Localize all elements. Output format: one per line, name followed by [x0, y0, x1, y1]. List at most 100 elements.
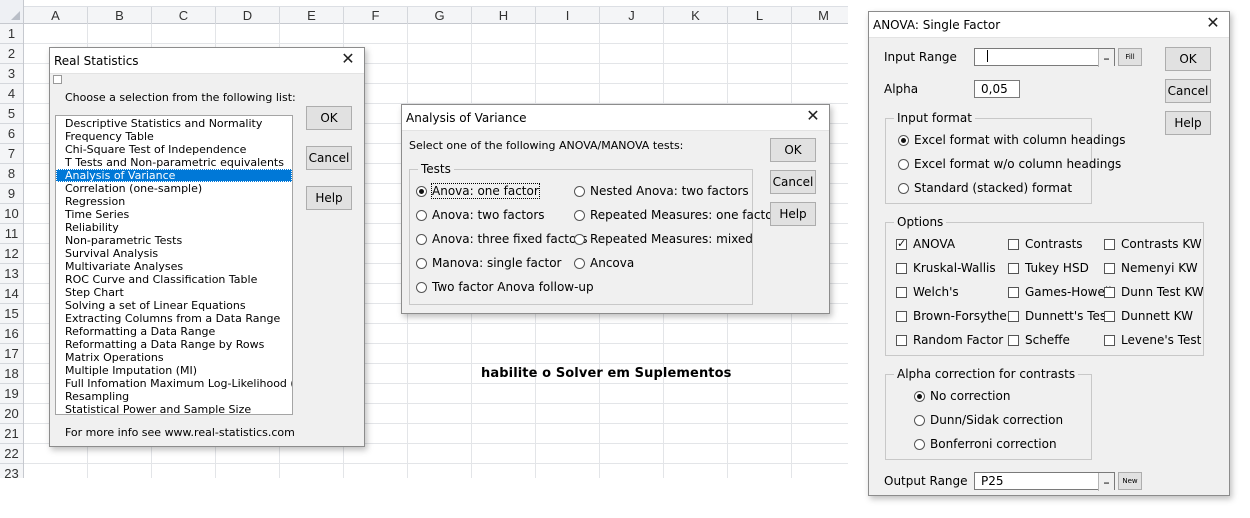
list-item[interactable]: Reformatting a Data Range	[56, 325, 292, 338]
radio-icon[interactable]	[416, 233, 427, 245]
list-item[interactable]: Solving a set of Linear Equations	[56, 299, 292, 312]
option-checkbox[interactable]: Welch's	[896, 285, 959, 299]
column-header[interactable]: L	[728, 7, 792, 24]
option-checkbox[interactable]: Tukey HSD	[1008, 261, 1089, 275]
alpha-correction-option[interactable]: Dunn/Sidak correction	[914, 413, 1063, 427]
option-checkbox[interactable]: Games-Howell	[1008, 285, 1112, 299]
checkbox-icon[interactable]	[1008, 262, 1019, 274]
row-header[interactable]: 7	[0, 144, 23, 164]
column-header[interactable]: F	[344, 7, 408, 24]
radio-icon[interactable]	[914, 438, 925, 450]
fill-button[interactable]: Fill	[1118, 48, 1142, 66]
output-range-field[interactable]: P25 _	[974, 472, 1115, 491]
checkbox-icon[interactable]	[1008, 238, 1019, 250]
ok-button[interactable]: OK	[770, 138, 816, 162]
option-checkbox[interactable]: Dunnett KW	[1104, 309, 1193, 323]
alpha-correction-option[interactable]: Bonferroni correction	[914, 437, 1057, 451]
close-icon[interactable]: ✕	[805, 109, 821, 125]
row-header[interactable]: 1	[0, 24, 23, 44]
option-checkbox[interactable]: Dunn Test KW	[1104, 285, 1204, 299]
list-item[interactable]: Non-parametric Tests	[56, 234, 292, 247]
column-header[interactable]: B	[88, 7, 152, 24]
list-item[interactable]: Resampling	[56, 390, 292, 403]
row-header[interactable]: 15	[0, 304, 23, 324]
column-header[interactable]: E	[280, 7, 344, 24]
option-checkbox[interactable]: ANOVA	[896, 237, 955, 251]
radio-icon[interactable]	[416, 281, 427, 293]
checkbox-icon[interactable]	[1104, 334, 1115, 346]
title-bar[interactable]: Real Statistics ✕	[50, 48, 364, 74]
list-item[interactable]: Survival Analysis	[56, 247, 292, 260]
test-option[interactable]: Anova: three fixed factors	[416, 232, 588, 246]
column-header[interactable]: J	[600, 7, 664, 24]
radio-icon[interactable]	[416, 257, 427, 269]
radio-icon[interactable]	[898, 182, 909, 194]
row-header[interactable]: 21	[0, 424, 23, 444]
column-header[interactable]: C	[152, 7, 216, 24]
input-format-option[interactable]: Excel format w/o column headings	[898, 157, 1121, 171]
column-header[interactable]: A	[24, 7, 88, 24]
radio-icon[interactable]	[574, 233, 585, 245]
select-all-corner[interactable]	[0, 0, 24, 24]
alpha-field[interactable]: 0,05	[974, 80, 1020, 98]
list-item[interactable]: Reformatting a Data Range by Rows	[56, 338, 292, 351]
option-checkbox[interactable]: Dunnett's Test	[1008, 309, 1111, 323]
input-format-option[interactable]: Standard (stacked) format	[898, 181, 1072, 195]
range-select-icon[interactable]: _	[1098, 49, 1114, 67]
ok-button[interactable]: OK	[1165, 47, 1211, 71]
checkbox-icon[interactable]	[1104, 286, 1115, 298]
option-checkbox[interactable]: Random Factor	[896, 333, 1003, 347]
row-header[interactable]: 13	[0, 264, 23, 284]
list-item[interactable]: Statistical Power and Sample Size	[56, 403, 292, 414]
new-button[interactable]: New	[1118, 472, 1142, 490]
checkbox-icon[interactable]	[1008, 310, 1019, 322]
title-bar[interactable]: Analysis of Variance ✕	[402, 105, 829, 131]
radio-icon[interactable]	[574, 185, 585, 197]
help-button[interactable]: Help	[1165, 111, 1211, 135]
row-header[interactable]: 6	[0, 124, 23, 144]
checkbox-icon[interactable]	[1008, 286, 1019, 298]
test-option[interactable]: Repeated Measures: mixed	[574, 232, 753, 246]
checkbox-icon[interactable]	[1008, 334, 1019, 346]
test-option[interactable]: Repeated Measures: one factor	[574, 208, 777, 222]
row-header[interactable]: 12	[0, 244, 23, 264]
radio-icon[interactable]	[574, 257, 585, 269]
option-checkbox[interactable]: Nemenyi KW	[1104, 261, 1198, 275]
radio-icon[interactable]	[914, 414, 925, 426]
list-item[interactable]: Time Series	[56, 208, 292, 221]
list-item[interactable]: T Tests and Non-parametric equivalents	[56, 156, 292, 169]
test-option[interactable]: Anova: one factor	[416, 183, 540, 199]
option-checkbox[interactable]: Levene's Test	[1104, 333, 1201, 347]
list-item[interactable]: Step Chart	[56, 286, 292, 299]
test-option[interactable]: Ancova	[574, 256, 634, 270]
list-item[interactable]: Chi-Square Test of Independence	[56, 143, 292, 156]
row-header[interactable]: 19	[0, 384, 23, 404]
test-option[interactable]: Manova: single factor	[416, 256, 561, 270]
radio-icon[interactable]	[416, 209, 427, 221]
column-header[interactable]: M	[792, 7, 848, 24]
checkbox-icon[interactable]	[896, 262, 907, 274]
list-item[interactable]: Matrix Operations	[56, 351, 292, 364]
option-checkbox[interactable]: Kruskal-Wallis	[896, 261, 996, 275]
radio-icon[interactable]	[898, 158, 909, 170]
row-header[interactable]: 17	[0, 344, 23, 364]
title-bar[interactable]: ANOVA: Single Factor ✕	[869, 12, 1229, 38]
input-format-option[interactable]: Excel format with column headings	[898, 133, 1125, 147]
cancel-button[interactable]: Cancel	[770, 170, 816, 194]
list-item[interactable]: Reliability	[56, 221, 292, 234]
row-header[interactable]: 9	[0, 184, 23, 204]
list-item[interactable]: Descriptive Statistics and Normality	[56, 117, 292, 130]
column-header[interactable]: D	[216, 7, 280, 24]
list-item[interactable]: Analysis of Variance	[56, 169, 292, 182]
close-icon[interactable]: ✕	[1205, 16, 1221, 32]
list-item[interactable]: Correlation (one-sample)	[56, 182, 292, 195]
cancel-button[interactable]: Cancel	[1165, 79, 1211, 103]
row-header[interactable]: 20	[0, 404, 23, 424]
selection-list[interactable]: Descriptive Statistics and Normality Freq…	[55, 115, 293, 415]
option-checkbox[interactable]: Contrasts	[1008, 237, 1083, 251]
row-header[interactable]: 10	[0, 204, 23, 224]
test-option[interactable]: Anova: two factors	[416, 208, 545, 222]
resize-handle[interactable]	[53, 75, 62, 84]
row-header[interactable]: 14	[0, 284, 23, 304]
row-header[interactable]: 16	[0, 324, 23, 344]
